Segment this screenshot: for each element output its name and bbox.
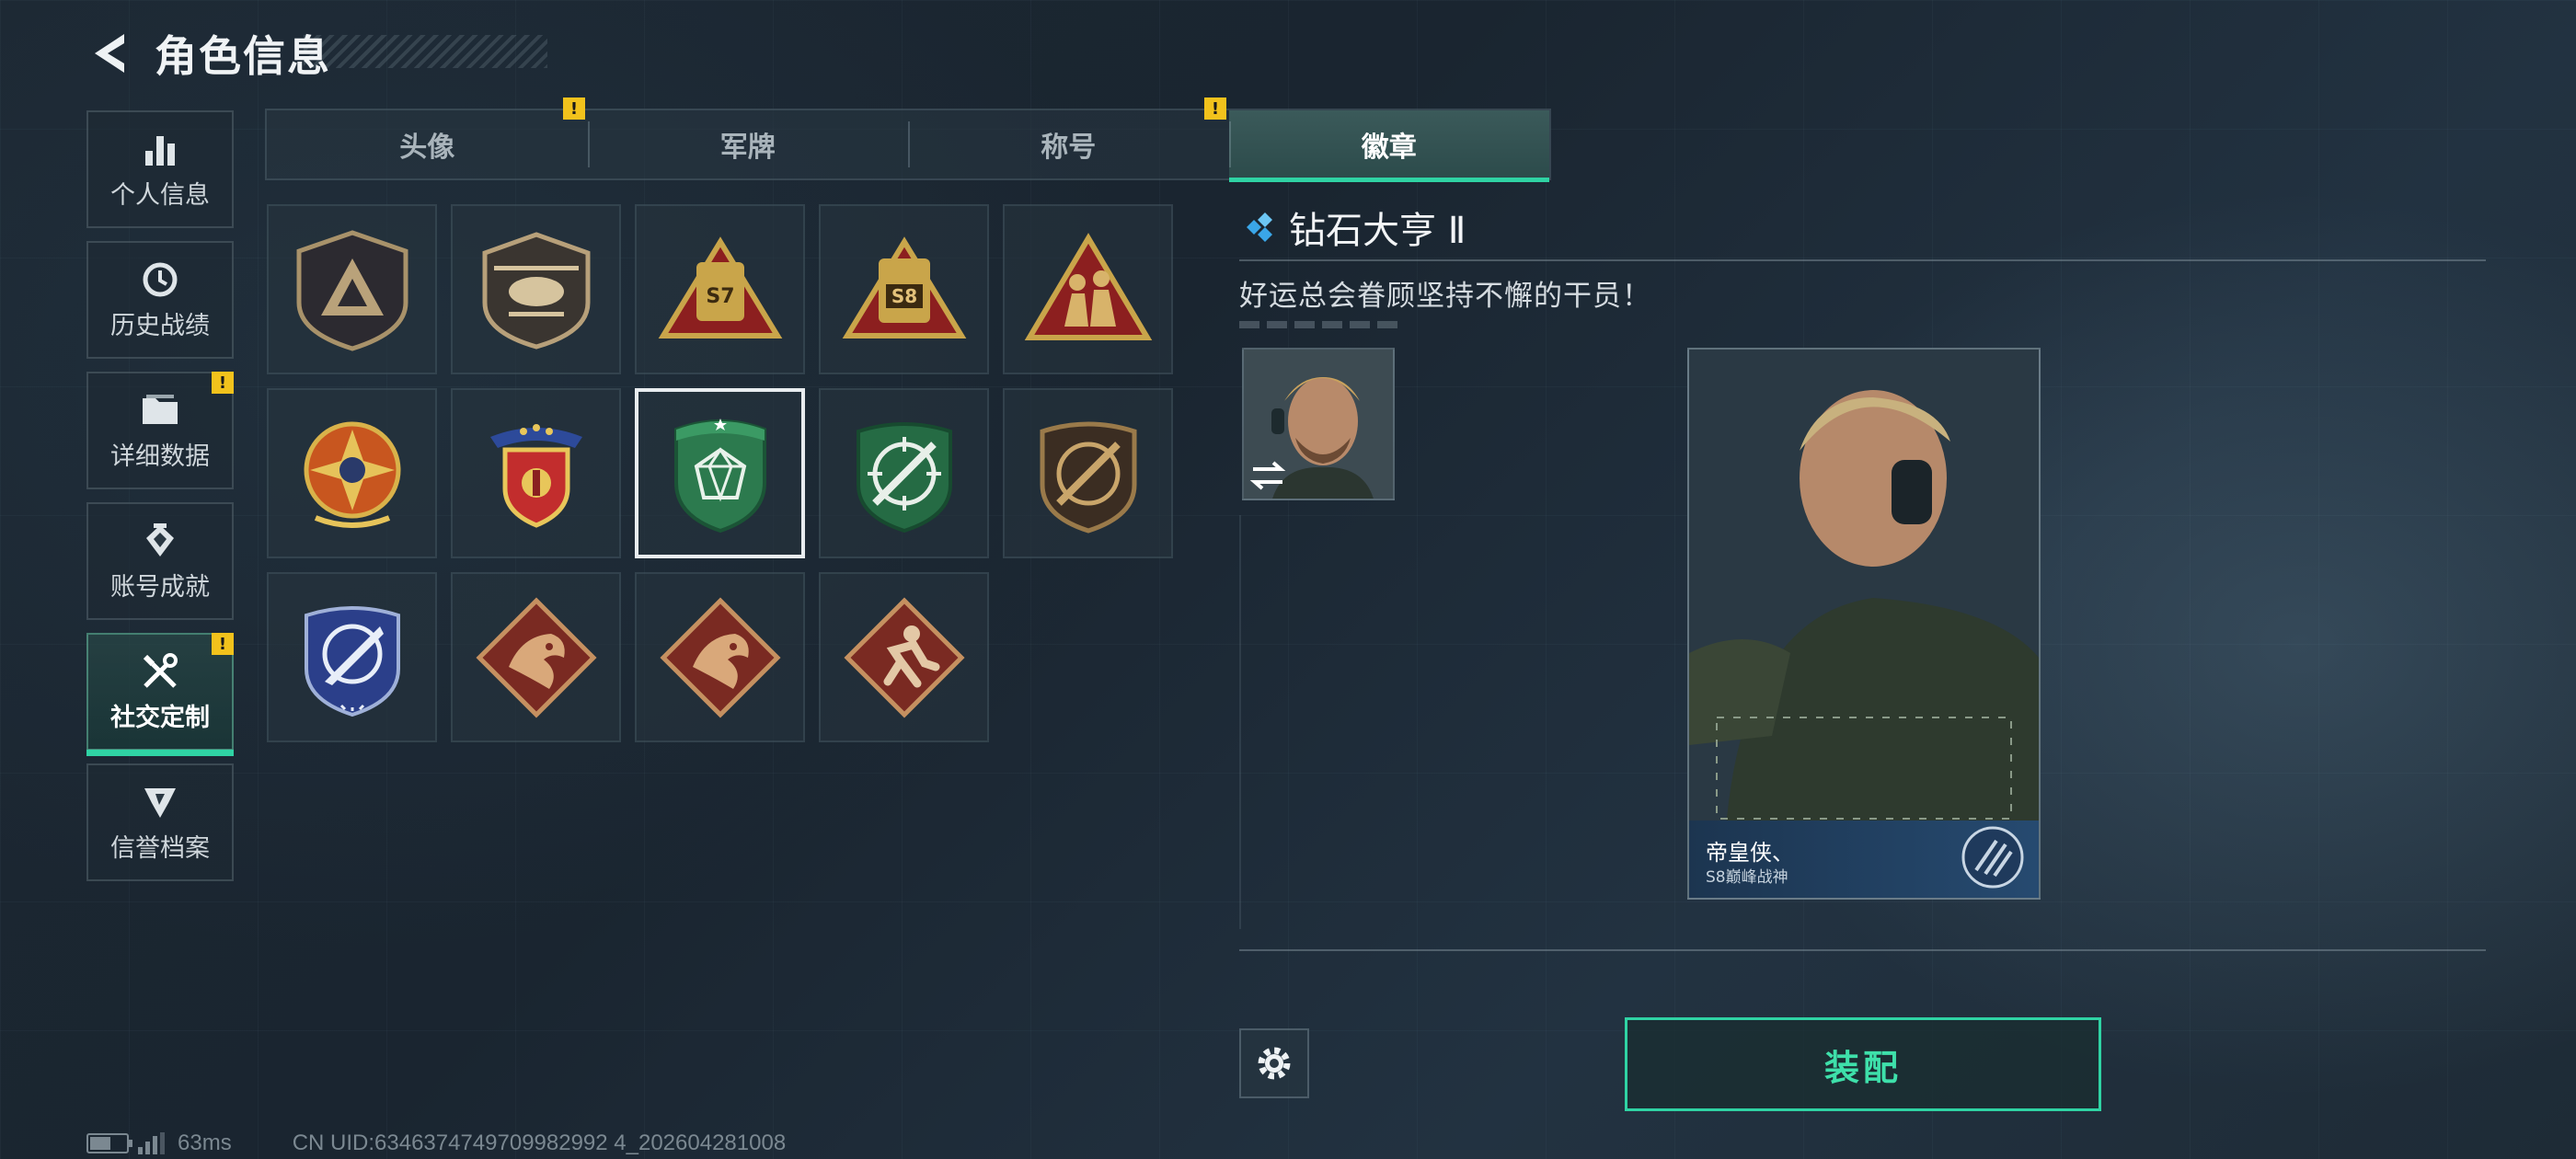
sidebar-item-label: 信誉档案 (110, 833, 210, 863)
badge-cell[interactable] (819, 388, 989, 558)
badge-grid: S7 S8 (267, 204, 1173, 742)
title-decoration (304, 35, 547, 68)
sidebar-item-detailed-data[interactable]: ! 详细数据 (86, 372, 234, 489)
card-footer: 帝皇侠、 S8巅峰战神 (1689, 820, 2039, 898)
tab-label: 军牌 (719, 132, 776, 164)
settings-button[interactable] (1239, 1028, 1309, 1098)
card-player-subtitle: S8巅峰战神 (1706, 868, 1788, 887)
badge-helicopter-icon (482, 231, 590, 350)
diamond-rank-icon (1247, 212, 1272, 242)
sidebar-item-personal-info[interactable]: 个人信息 (86, 110, 234, 228)
warning-badge: ! (1204, 98, 1226, 120)
divider (1239, 949, 2486, 951)
history-icon (140, 259, 180, 300)
swap-icon[interactable] (1249, 460, 1286, 491)
badge-cell-selected[interactable] (635, 388, 805, 558)
badge-s7-icon: S7 (658, 235, 782, 339)
badge-cell[interactable] (267, 572, 437, 742)
uid-text: CN UID:6346374749709982992 4_20260428100… (292, 1130, 787, 1155)
sidebar-item-label: 账号成就 (110, 572, 210, 602)
sidebar-item-label: 社交定制 (110, 703, 210, 732)
page-title: 角色信息 (155, 31, 331, 81)
badge-star-compass-icon (304, 421, 400, 528)
warning-badge: ! (212, 633, 234, 655)
avatar[interactable] (1242, 348, 1395, 500)
badge-cell[interactable]: S8 (819, 204, 989, 374)
badge-cell[interactable] (451, 388, 621, 558)
badge-cell[interactable] (1003, 388, 1173, 558)
warning-badge: ! (212, 372, 234, 394)
badge-s8-icon: S8 (842, 235, 966, 339)
tab-title[interactable]: 称号 ! (908, 98, 1229, 178)
divider (1239, 259, 2486, 261)
badge-triangle-shield-icon (296, 229, 408, 351)
tab-label: 头像 (399, 132, 455, 164)
warning-badge: ! (563, 98, 585, 120)
badge-text: S7 (706, 285, 734, 308)
back-button[interactable] (83, 26, 134, 81)
badge-cell[interactable] (819, 572, 989, 742)
badge-description: 好运总会眷顾坚持不懈的干员！ (1239, 280, 1651, 313)
ping-value: 63ms (178, 1130, 232, 1155)
rank-emblem-icon (1961, 826, 2024, 889)
tab-dogtag[interactable]: 军牌 (587, 110, 909, 178)
equip-button[interactable]: 装配 (1625, 1017, 2101, 1111)
badge-cell[interactable] (267, 204, 437, 374)
operator-full-image (1689, 350, 2039, 828)
badge-cell[interactable] (635, 572, 805, 742)
badge-cell[interactable] (451, 204, 621, 374)
badge-text: S8 (891, 285, 916, 307)
badge-diamond-tycoon-icon (673, 418, 766, 533)
status-bar: 63ms CN UID:6346374749709982992 4_202604… (86, 1130, 786, 1157)
tab-badge[interactable]: 徽章 (1228, 110, 1549, 182)
badge-rifle-green-icon (856, 421, 952, 533)
shield-badge-icon (140, 782, 180, 822)
player-card: 帝皇侠、 S8巅峰战神 (1687, 348, 2041, 900)
sidebar-item-achievements[interactable]: 账号成就 (86, 502, 234, 620)
tools-icon (140, 651, 180, 692)
badge-rifle-brown-icon (1040, 421, 1136, 534)
sidebar-item-label: 个人信息 (110, 180, 210, 210)
signal-icon (138, 1132, 165, 1154)
tab-label: 徽章 (1361, 132, 1417, 164)
panel-frame-line (1239, 515, 1241, 929)
badge-dragon-1-icon (475, 596, 597, 718)
badge-knife-blue-icon (304, 605, 400, 717)
sidebar-item-social-custom[interactable]: ! 社交定制 (86, 633, 234, 756)
page-header: 角色信息 (83, 20, 331, 86)
badge-cell[interactable] (267, 388, 437, 558)
gear-icon (1258, 1047, 1291, 1080)
tab-label: 称号 (1041, 132, 1097, 164)
badge-dragon-2-icon (659, 596, 781, 718)
back-arrow-icon (95, 34, 124, 73)
badge-runner-icon (843, 596, 965, 718)
battery-icon (86, 1133, 132, 1153)
bar-chart-icon (140, 129, 180, 169)
card-player-name: 帝皇侠、 (1706, 840, 1794, 866)
badge-name-row: 钻石大亨 Ⅱ (1239, 204, 2486, 252)
badge-detail-panel: 钻石大亨 Ⅱ 好运总会眷顾坚持不懈的干员！ (1239, 204, 2486, 328)
badge-cell[interactable]: S7 (635, 204, 805, 374)
achievement-icon (140, 521, 180, 561)
sidebar-item-label: 详细数据 (110, 442, 210, 471)
badge-soldiers-icon (1024, 232, 1152, 340)
folder-icon (140, 390, 180, 430)
sidebar-item-label: 历史战绩 (110, 311, 210, 340)
badge-winged-shield-icon (489, 423, 582, 528)
sidebar-item-credit-record[interactable]: 信誉档案 (86, 763, 234, 881)
badge-cell[interactable] (451, 572, 621, 742)
tab-bar: 头像 ! 军牌 称号 ! 徽章 (265, 98, 1551, 182)
description-decoration (1239, 321, 1400, 328)
sidebar: 个人信息 历史战绩 ! 详细数据 账号成就 ! 社交定制 信誉档案 (86, 110, 234, 894)
badge-cell[interactable] (1003, 204, 1173, 374)
tab-avatar[interactable]: 头像 ! (267, 98, 588, 178)
badge-title: 钻石大亨 Ⅱ (1289, 210, 1466, 252)
sidebar-item-history[interactable]: 历史战绩 (86, 241, 234, 359)
